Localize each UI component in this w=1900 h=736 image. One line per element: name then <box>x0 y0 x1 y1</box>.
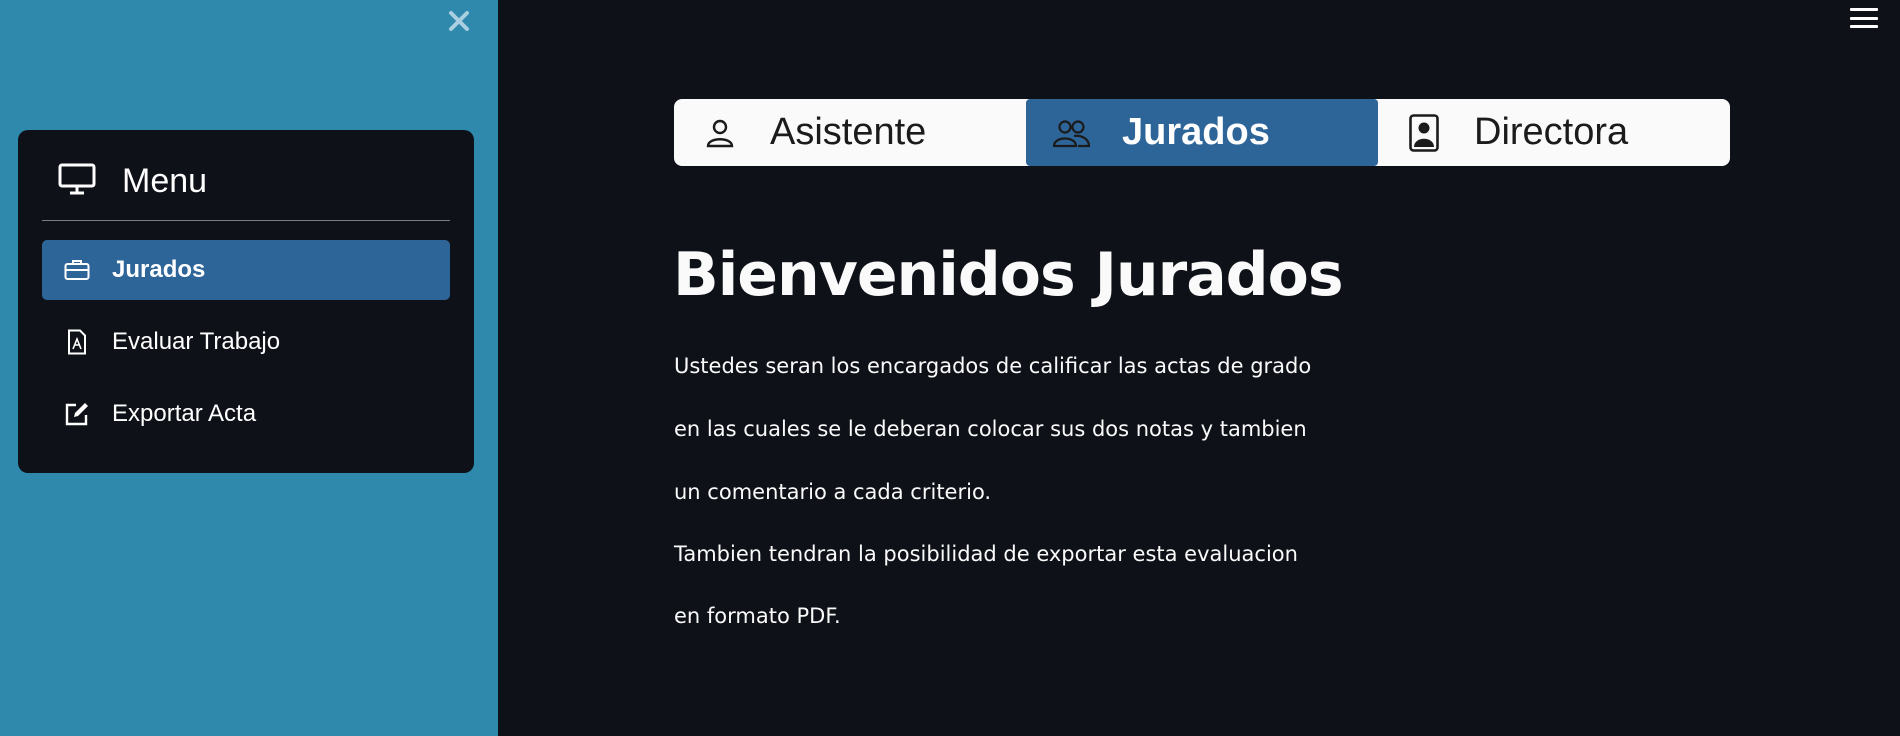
sidebar-item-jurados[interactable]: Jurados <box>42 240 450 300</box>
tab-asistente[interactable]: Asistente <box>674 99 1026 166</box>
sidebar-item-evaluar-trabajo[interactable]: Evaluar Trabajo <box>42 312 450 372</box>
tab-directora[interactable]: Directora <box>1378 99 1730 166</box>
briefcase-icon <box>62 255 92 285</box>
tab-bar: Asistente Jurados Directora <box>674 99 1730 166</box>
people-icon <box>1052 113 1092 153</box>
person-icon <box>700 113 740 153</box>
menu-card: Menu Jurados Evaluar Trabajo Exportar Ac… <box>18 130 474 473</box>
page-title: Bienvenidos Jurados <box>673 240 1344 310</box>
edit-icon <box>62 399 92 429</box>
hamburger-icon[interactable] <box>1850 6 1878 30</box>
close-icon[interactable] <box>444 6 474 36</box>
menu-title: Menu <box>122 161 208 200</box>
person-badge-icon <box>1404 113 1444 153</box>
sidebar-item-label: Exportar Acta <box>112 400 257 427</box>
monitor-icon <box>58 163 96 199</box>
description-line-2: en las cuales se le deberan colocar sus … <box>674 417 1307 441</box>
tab-label: Jurados <box>1122 111 1270 153</box>
pdf-file-icon <box>62 327 92 357</box>
description-line-1: Ustedes seran los encargados de califica… <box>674 354 1312 378</box>
description-line-4: Tambien tendran la posibilidad de export… <box>674 542 1298 566</box>
sidebar-item-label: Evaluar Trabajo <box>112 328 281 355</box>
sidebar-item-label: Jurados <box>112 256 206 283</box>
tab-label: Asistente <box>770 111 927 153</box>
tab-jurados[interactable]: Jurados <box>1026 99 1378 166</box>
sidebar-item-exportar-acta[interactable]: Exportar Acta <box>42 384 450 444</box>
description-line-3: un comentario a cada criterio. <box>674 480 992 504</box>
description-line-5: en formato PDF. <box>674 604 841 628</box>
menu-header: Menu <box>58 160 207 202</box>
tab-label: Directora <box>1474 111 1629 153</box>
sidebar: Menu Jurados Evaluar Trabajo Exportar Ac… <box>0 0 498 736</box>
menu-divider <box>42 220 450 221</box>
